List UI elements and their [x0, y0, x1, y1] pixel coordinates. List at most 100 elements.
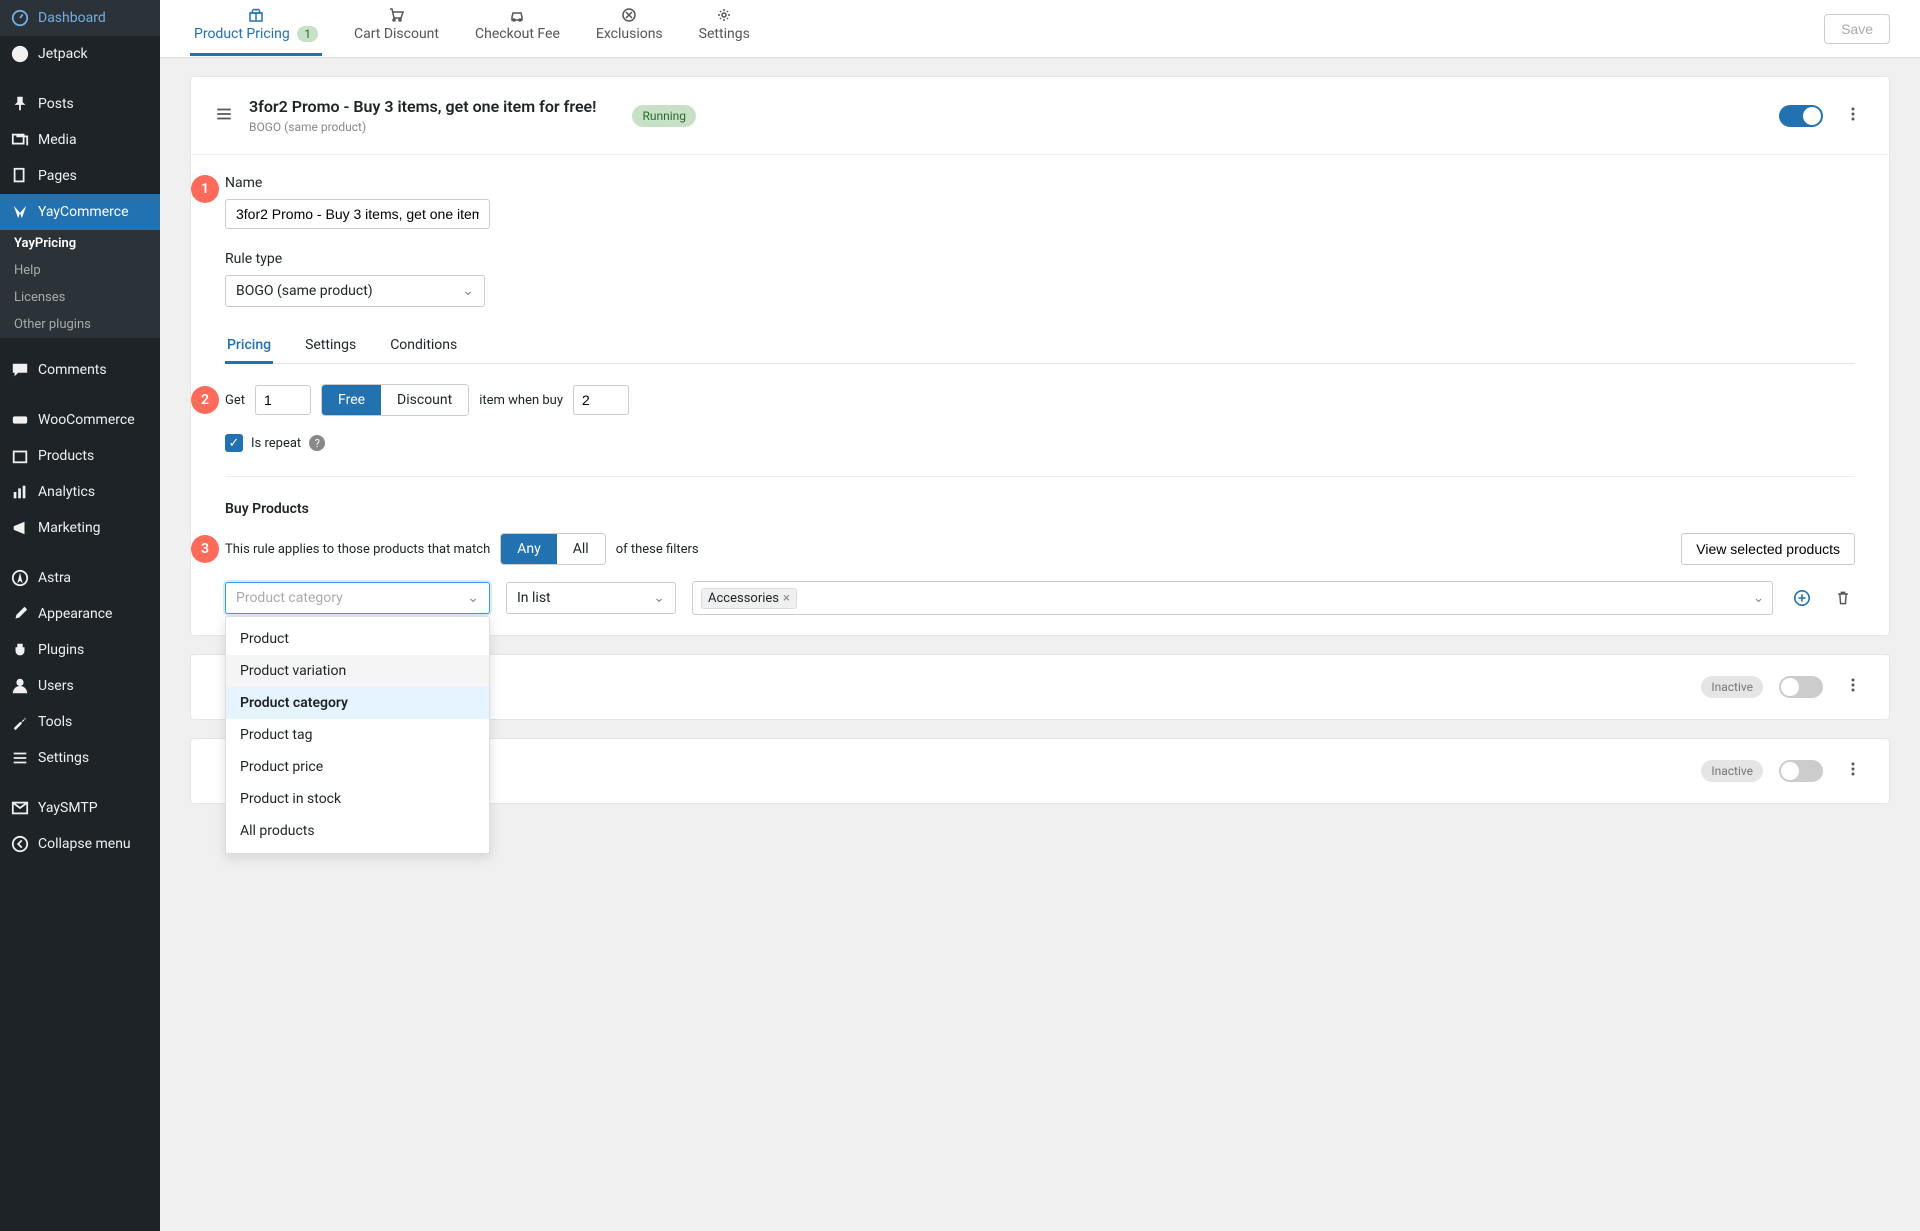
dropdown-option-price[interactable]: Product price	[226, 751, 489, 783]
sidebar-item-plugins[interactable]: Plugins	[0, 632, 160, 668]
sidebar-label: Plugins	[38, 642, 84, 658]
add-filter-icon[interactable]	[1789, 585, 1815, 611]
sidebar-item-collapse[interactable]: Collapse menu	[0, 826, 160, 862]
jetpack-icon	[10, 44, 30, 64]
more-menu-icon[interactable]	[1841, 757, 1865, 785]
sidebar-item-analytics[interactable]: Analytics	[0, 474, 160, 510]
rule-title: 3for2 Promo - Buy 3 items, get one item …	[249, 97, 596, 116]
gauge-icon	[10, 8, 30, 28]
sidebar-label: Astra	[38, 570, 71, 586]
sidebar-item-settings[interactable]: Settings	[0, 740, 160, 776]
yay-icon	[10, 202, 30, 222]
save-button[interactable]: Save	[1824, 14, 1890, 44]
is-repeat-label: Is repeat	[251, 436, 301, 451]
view-selected-products-button[interactable]: View selected products	[1681, 533, 1855, 565]
tag-remove-icon[interactable]: ×	[783, 591, 790, 606]
sidebar-label: Tools	[38, 714, 72, 730]
rule-toggle[interactable]	[1779, 760, 1823, 782]
sidebar-item-marketing[interactable]: Marketing	[0, 510, 160, 546]
tab-exclusions[interactable]: Exclusions	[592, 1, 667, 56]
sidebar-item-media[interactable]: Media	[0, 122, 160, 158]
filter-type-dropdown: Product Product variation Product catego…	[225, 616, 490, 854]
sidebar-label: Appearance	[38, 606, 112, 622]
item-when-buy-label: item when buy	[479, 393, 563, 408]
tab-count-badge: 1	[297, 26, 318, 42]
sidebar-item-pages[interactable]: Pages	[0, 158, 160, 194]
sidebar-label: Collapse menu	[38, 836, 131, 852]
sidebar-item-posts[interactable]: Posts	[0, 86, 160, 122]
dropdown-option-category[interactable]: Product category	[226, 687, 489, 719]
filter-placeholder: Product category	[236, 590, 343, 606]
sidebar-sub-otherplugins[interactable]: Other plugins	[0, 311, 160, 338]
rule-toggle[interactable]	[1779, 105, 1823, 127]
dropdown-option-variation[interactable]: Product variation	[226, 655, 489, 687]
gift-icon	[248, 7, 264, 23]
sidebar-label: Marketing	[38, 520, 101, 536]
filter-value-input[interactable]: Accessories × ⌄	[692, 581, 1773, 615]
tab-label: Checkout Fee	[475, 26, 560, 42]
rule-toggle[interactable]	[1779, 676, 1823, 698]
drag-handle-icon[interactable]	[215, 105, 233, 127]
top-tabs-bar: Product Pricing 1 Cart Discount Checkout…	[160, 0, 1920, 58]
sidebar-item-dashboard[interactable]: Dashboard	[0, 0, 160, 36]
sidebar-label: Pages	[38, 168, 77, 184]
brush-icon	[10, 604, 30, 624]
pages-icon	[10, 166, 30, 186]
chevron-down-icon: ⌄	[1753, 591, 1764, 606]
sidebar-label: Analytics	[38, 484, 95, 500]
seg-discount[interactable]: Discount	[381, 385, 468, 415]
sidebar-label: Jetpack	[38, 46, 88, 62]
sidebar-item-woocommerce[interactable]: WooCommerce	[0, 402, 160, 438]
tab-checkout-fee[interactable]: Checkout Fee	[471, 1, 564, 56]
sidebar-item-comments[interactable]: Comments	[0, 352, 160, 388]
seg-any[interactable]: Any	[501, 534, 557, 564]
sidebar-item-products[interactable]: Products	[0, 438, 160, 474]
operator-value: In list	[517, 590, 551, 606]
filter-type-select[interactable]: Product category ⌄	[225, 582, 490, 614]
more-menu-icon[interactable]	[1841, 102, 1865, 130]
sidebar-item-appearance[interactable]: Appearance	[0, 596, 160, 632]
inner-tab-conditions[interactable]: Conditions	[388, 329, 459, 364]
dropdown-option-all[interactable]: All products	[226, 815, 489, 847]
tab-settings[interactable]: Settings	[695, 1, 754, 56]
sidebar-item-users[interactable]: Users	[0, 668, 160, 704]
inner-tab-settings[interactable]: Settings	[303, 329, 358, 364]
sidebar-sub-yaypricing[interactable]: YayPricing	[0, 230, 160, 257]
sidebar-sub-licenses[interactable]: Licenses	[0, 284, 160, 311]
ruletype-value: BOGO (same product)	[236, 283, 373, 299]
sidebar-sub-help[interactable]: Help	[0, 257, 160, 284]
sidebar-item-jetpack[interactable]: Jetpack	[0, 36, 160, 72]
sidebar-item-tools[interactable]: Tools	[0, 704, 160, 740]
get-label: Get	[225, 393, 245, 408]
ruletype-select[interactable]: BOGO (same product) ⌄	[225, 275, 485, 307]
inner-tabs: Pricing Settings Conditions	[225, 329, 1855, 364]
sidebar-label: Comments	[38, 362, 107, 378]
is-repeat-checkbox[interactable]: ✓	[225, 434, 243, 452]
tab-product-pricing[interactable]: Product Pricing 1	[190, 1, 322, 56]
applies-suffix: of these filters	[616, 542, 699, 557]
dropdown-option-product[interactable]: Product	[226, 623, 489, 655]
dropdown-option-stock[interactable]: Product in stock	[226, 783, 489, 815]
sidebar-label: Users	[38, 678, 74, 694]
cart-icon	[388, 7, 404, 23]
sidebar-item-yaysmtp[interactable]: YaySMTP	[0, 790, 160, 826]
seg-free[interactable]: Free	[322, 385, 381, 415]
step-marker-1: 1	[191, 175, 219, 203]
sidebar-item-astra[interactable]: Astra	[0, 560, 160, 596]
buy-qty-input[interactable]	[573, 385, 629, 415]
seg-all[interactable]: All	[557, 534, 605, 564]
sidebar-label: WooCommerce	[38, 412, 135, 428]
tab-cart-discount[interactable]: Cart Discount	[350, 1, 443, 56]
woo-icon	[10, 410, 30, 430]
name-input[interactable]	[225, 199, 490, 229]
get-qty-input[interactable]	[255, 385, 311, 415]
chevron-down-icon: ⌄	[467, 590, 479, 606]
delete-filter-icon[interactable]	[1831, 586, 1855, 610]
inner-tab-pricing[interactable]: Pricing	[225, 329, 273, 364]
tab-label: Exclusions	[596, 26, 663, 42]
sidebar-item-yaycommerce[interactable]: YayCommerce	[0, 194, 160, 230]
filter-operator-select[interactable]: In list ⌄	[506, 582, 676, 614]
dropdown-option-tag[interactable]: Product tag	[226, 719, 489, 751]
help-icon[interactable]: ?	[309, 435, 325, 451]
more-menu-icon[interactable]	[1841, 673, 1865, 701]
